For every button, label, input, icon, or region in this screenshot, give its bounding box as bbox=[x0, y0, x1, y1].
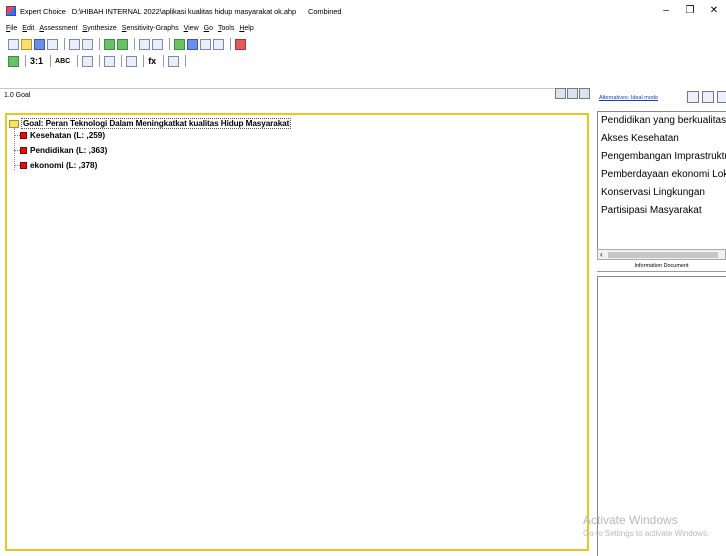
toolbar-separator bbox=[99, 38, 100, 50]
menu-assessment[interactable]: Assessment bbox=[39, 25, 77, 32]
menu-edit[interactable]: Edit bbox=[22, 25, 34, 32]
menu-tools[interactable]: Tools bbox=[218, 25, 234, 32]
tree-view-icon[interactable] bbox=[555, 88, 566, 99]
criterion-square-icon bbox=[20, 162, 27, 169]
path-bar-tools bbox=[555, 88, 591, 99]
toolbar-separator bbox=[50, 55, 52, 67]
criterion-square-icon bbox=[20, 147, 27, 154]
expert-choice-app-icon bbox=[6, 6, 16, 16]
toolbar-separator bbox=[64, 38, 65, 50]
activation-watermark: Activate Windows Go to Settings to activ… bbox=[583, 513, 709, 538]
toolbar-separator bbox=[230, 38, 231, 50]
minimize-button[interactable]: – bbox=[654, 0, 678, 22]
verbal-comparison-button[interactable]: ABC bbox=[55, 58, 70, 65]
insert-sibling-icon[interactable] bbox=[117, 38, 128, 50]
assessment-toolbar: 3:1 ABC fx bbox=[8, 53, 190, 69]
menu-help[interactable]: Help bbox=[239, 25, 253, 32]
goal-folder-icon bbox=[9, 119, 19, 128]
hierarchy-tree-pane[interactable]: Goal: Peran Teknologi Dalam Meningkatkat… bbox=[5, 113, 589, 551]
toolbar-separator bbox=[169, 38, 170, 50]
horizontal-scrollbar[interactable]: ‹ bbox=[597, 249, 726, 260]
toolbar-separator bbox=[25, 55, 26, 67]
menu-synthesize[interactable]: Synthesize bbox=[83, 25, 117, 32]
alternative-item[interactable]: Akses Kesehatan bbox=[598, 130, 726, 148]
goal-node[interactable]: Goal: Peran Teknologi Dalam Meningkatkat… bbox=[7, 118, 292, 129]
criterion-label[interactable]: Kesehatan (L: ,259) bbox=[30, 131, 105, 140]
node-path-bar: 1.0 Goal bbox=[0, 88, 590, 102]
alternatives-list[interactable]: Pendidikan yang berkualitas Akses Keseha… bbox=[597, 111, 726, 249]
open-folder-icon[interactable] bbox=[21, 38, 32, 50]
alternatives-list-icon[interactable] bbox=[702, 91, 714, 103]
menu-sensitivity-graphs[interactable]: Sensitivity-Graphs bbox=[122, 25, 179, 32]
window-title: Expert Choice D:\HIBAH INTERNAL 2022\apl… bbox=[20, 6, 342, 16]
close-button[interactable]: ✕ bbox=[702, 0, 726, 22]
alternative-item[interactable]: Partisipasi Masyarakat bbox=[598, 202, 726, 220]
edit-alternatives-icon[interactable] bbox=[687, 91, 699, 103]
bar-chart-icon[interactable] bbox=[104, 55, 116, 67]
main-toolbar bbox=[8, 36, 248, 52]
criterion-label[interactable]: Pendidikan (L: ,363) bbox=[30, 146, 107, 155]
alternative-item[interactable]: Konservasi Lingkungan bbox=[598, 184, 726, 202]
alternative-item[interactable]: Pemberdayaan ekonomi Lokal bbox=[598, 166, 726, 184]
title-bar: Expert Choice D:\HIBAH INTERNAL 2022\apl… bbox=[0, 0, 726, 22]
insert-child-icon[interactable] bbox=[104, 38, 115, 50]
menu-go[interactable]: Go bbox=[204, 25, 213, 32]
app-name: Expert Choice bbox=[20, 6, 66, 16]
node-path: 1.0 Goal bbox=[4, 92, 31, 99]
scroll-left-icon[interactable]: ‹ bbox=[600, 250, 603, 259]
toolbar-separator bbox=[99, 55, 101, 67]
graphical-comparison-icon[interactable] bbox=[82, 55, 94, 67]
maximize-button[interactable]: ❐ bbox=[678, 0, 702, 22]
save-icon[interactable] bbox=[34, 38, 45, 50]
new-file-icon[interactable] bbox=[8, 38, 19, 50]
alternatives-tools bbox=[687, 91, 726, 103]
go-down-icon[interactable] bbox=[187, 38, 198, 50]
criterion-label[interactable]: ekonomi (L: ,378) bbox=[30, 161, 97, 170]
ratings-icon[interactable] bbox=[126, 55, 138, 67]
toolbar-separator bbox=[143, 55, 145, 67]
criterion-square-icon bbox=[20, 132, 27, 139]
criterion-node[interactable]: Pendidikan (L: ,363) bbox=[14, 146, 107, 155]
criterion-node[interactable]: ekonomi (L: ,378) bbox=[14, 161, 97, 170]
model-view-icon[interactable] bbox=[8, 55, 19, 67]
criterion-node[interactable]: Kesehatan (L: ,259) bbox=[14, 131, 105, 140]
print-icon[interactable] bbox=[69, 38, 80, 50]
data-grid-icon[interactable] bbox=[168, 55, 180, 67]
alternatives-chart-icon[interactable] bbox=[717, 91, 726, 103]
mode-label: Combined bbox=[308, 6, 342, 16]
go-up-icon[interactable] bbox=[174, 38, 185, 50]
numerical-comparison-button[interactable]: 3:1 bbox=[30, 56, 43, 66]
watermark-title: Activate Windows bbox=[583, 513, 678, 527]
watermark-subtitle: Go to Settings to activate Windows. bbox=[583, 529, 710, 538]
alternative-item[interactable]: Pendidikan yang berkualitas bbox=[598, 112, 726, 130]
toolbar-separator bbox=[134, 38, 135, 50]
scrollbar-thumb[interactable] bbox=[608, 252, 718, 258]
window-controls: – ❐ ✕ bbox=[654, 0, 726, 22]
pane-toggle-icon[interactable] bbox=[579, 88, 590, 99]
menu-view[interactable]: View bbox=[184, 25, 199, 32]
toolbar-separator bbox=[163, 55, 165, 67]
pen-icon[interactable] bbox=[47, 38, 58, 50]
information-document-tab[interactable]: Information Document bbox=[597, 260, 726, 272]
file-path: D:\HIBAH INTERNAL 2022\aplikasi kualitas… bbox=[71, 6, 297, 16]
goal-label[interactable]: Goal: Peran Teknologi Dalam Meningkatkat… bbox=[21, 118, 292, 129]
toolbar-separator bbox=[185, 55, 187, 67]
toolbar-separator bbox=[77, 55, 79, 67]
font-large-icon[interactable] bbox=[200, 38, 211, 50]
font-small-icon[interactable] bbox=[213, 38, 224, 50]
link-icon[interactable] bbox=[139, 38, 150, 50]
formula-button[interactable]: fx bbox=[148, 56, 156, 66]
pane-split-icon[interactable] bbox=[567, 88, 578, 99]
print-preview-icon[interactable] bbox=[82, 38, 93, 50]
alternative-item[interactable]: Pengembangan Imprastruktur bbox=[598, 148, 726, 166]
toolbar-separator bbox=[121, 55, 123, 67]
alternatives-panel: Alternatives: Ideal mode Pendidikan yang… bbox=[597, 88, 726, 556]
menu-file[interactable]: File bbox=[6, 25, 17, 32]
unlink-icon[interactable] bbox=[152, 38, 163, 50]
menu-bar: File Edit Assessment Synthesize Sensitiv… bbox=[0, 22, 726, 35]
ideal-mode-link[interactable]: Alternatives: Ideal mode bbox=[599, 95, 658, 101]
calculate-icon[interactable] bbox=[235, 38, 246, 50]
